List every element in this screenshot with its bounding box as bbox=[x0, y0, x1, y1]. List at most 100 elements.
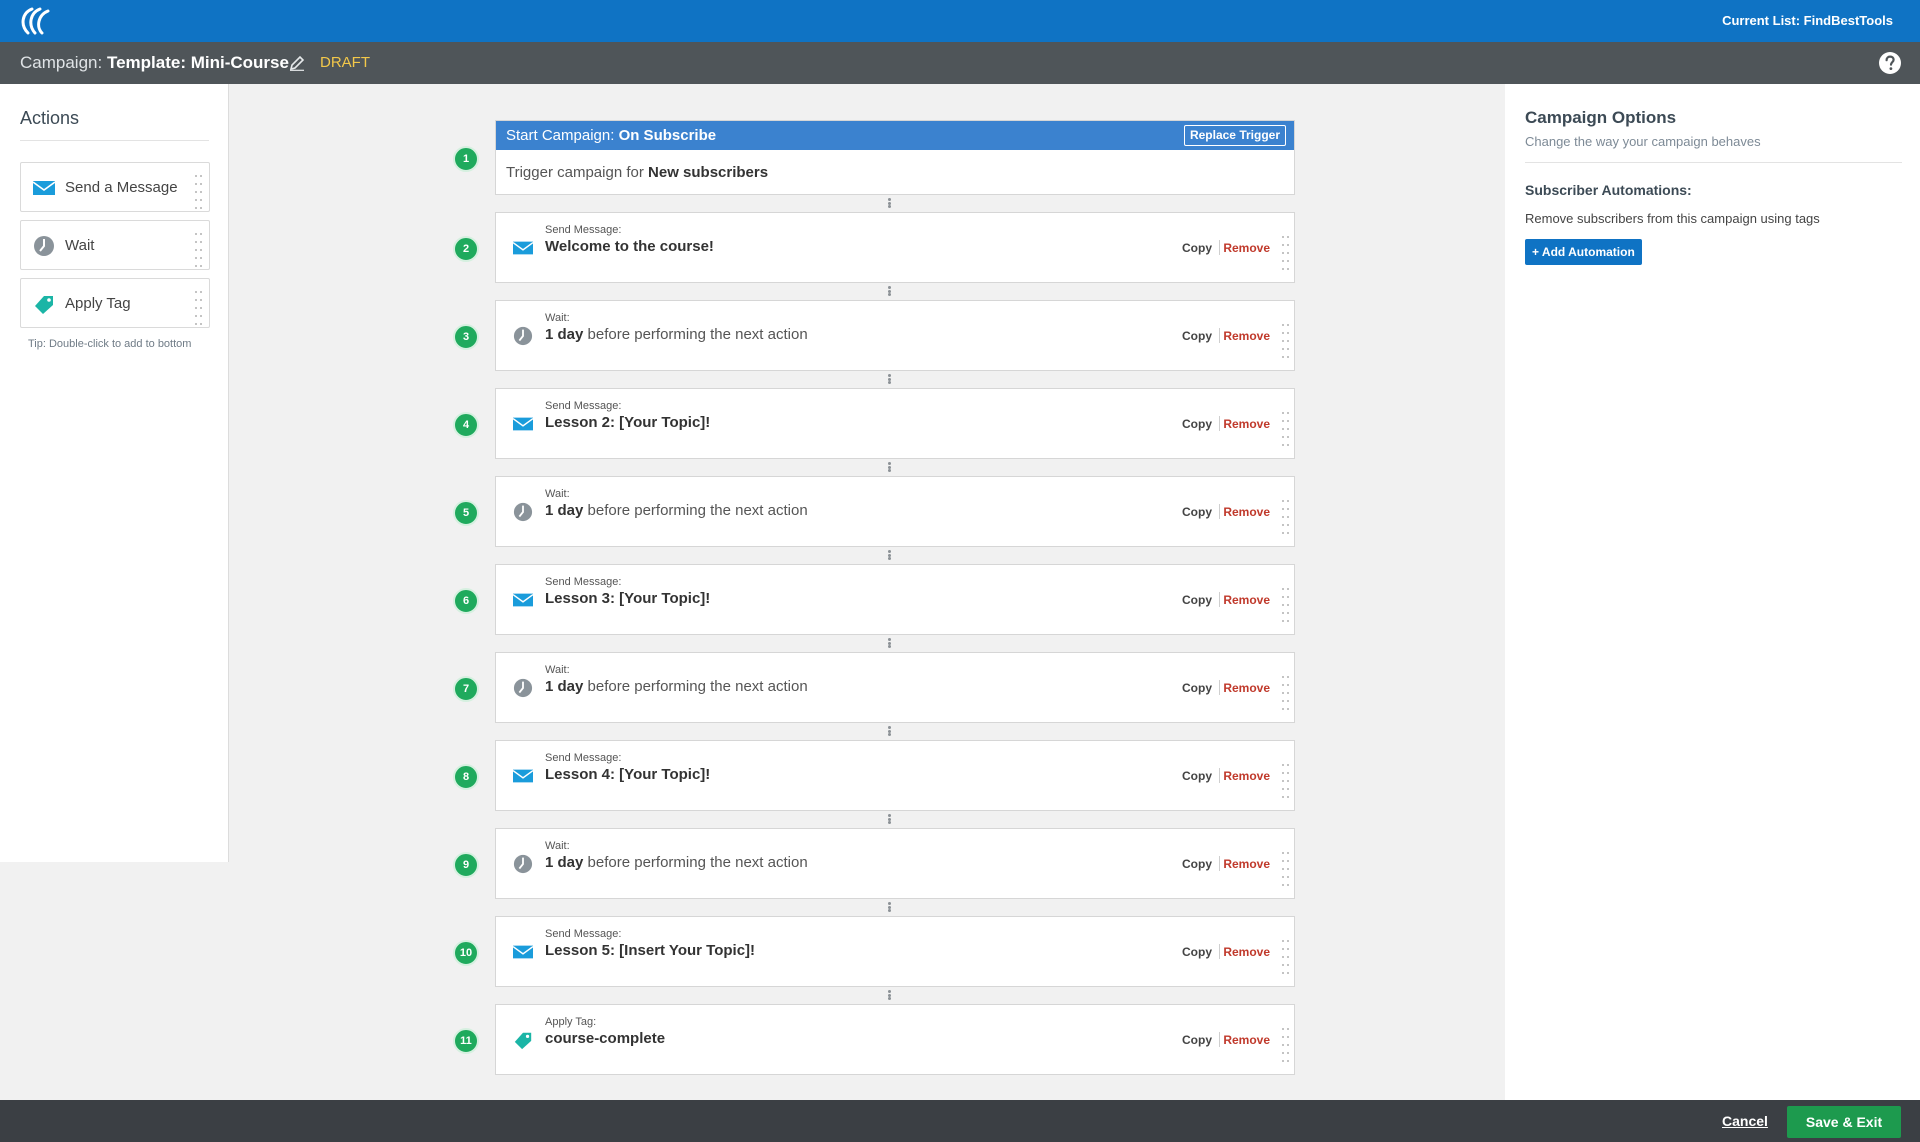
drag-handle-icon[interactable] bbox=[1282, 937, 1290, 977]
step-type: Send Message: bbox=[545, 400, 622, 412]
campaign-name: Template: Mini-Course bbox=[106, 53, 289, 72]
drag-handle-icon[interactable] bbox=[1282, 233, 1290, 273]
drag-handle-icon[interactable] bbox=[1282, 1025, 1290, 1065]
step-number: 9 bbox=[453, 852, 479, 878]
drag-handle-icon[interactable] bbox=[1282, 761, 1290, 801]
step-number: 1 bbox=[453, 146, 479, 172]
envelope-icon bbox=[512, 417, 534, 431]
cancel-link[interactable]: Cancel bbox=[1722, 1113, 1768, 1129]
trigger-title-value: On Subscribe bbox=[618, 127, 717, 144]
drag-handle-icon[interactable] bbox=[195, 230, 203, 270]
trigger-title-prefix: Start Campaign: bbox=[506, 127, 615, 144]
trigger-header: Start Campaign: On Subscribe Replace Tri… bbox=[496, 121, 1294, 150]
remove-button[interactable]: Remove bbox=[1223, 945, 1270, 959]
action-send-message[interactable]: Send a Message bbox=[20, 162, 210, 212]
remove-button[interactable]: Remove bbox=[1223, 417, 1270, 431]
remove-button[interactable]: Remove bbox=[1223, 857, 1270, 871]
add-automation-label: Add Automation bbox=[1541, 245, 1635, 259]
drag-handle-icon[interactable] bbox=[1282, 585, 1290, 625]
copy-button[interactable]: Copy bbox=[1182, 241, 1212, 255]
clock-icon bbox=[513, 678, 533, 698]
envelope-icon bbox=[512, 769, 534, 783]
drag-handle-icon[interactable] bbox=[1282, 497, 1290, 537]
step-type: Send Message: bbox=[545, 928, 622, 940]
copy-button[interactable]: Copy bbox=[1182, 857, 1212, 871]
drag-handle-icon[interactable] bbox=[195, 172, 203, 212]
copy-button[interactable]: Copy bbox=[1182, 1033, 1212, 1047]
step-value: 1 day bbox=[545, 678, 584, 695]
remove-button[interactable]: Remove bbox=[1223, 329, 1270, 343]
envelope-icon bbox=[512, 593, 534, 607]
step-card[interactable]: Send Message: Lesson 5: [Insert Your Topi… bbox=[495, 916, 1295, 987]
clock-icon bbox=[513, 502, 533, 522]
step-description: Lesson 5: [Insert Your Topic]! bbox=[545, 942, 755, 959]
pencil-icon[interactable] bbox=[289, 55, 305, 71]
step-card[interactable]: Wait: 1 day before performing the next ac… bbox=[495, 476, 1295, 547]
remove-button[interactable]: Remove bbox=[1223, 769, 1270, 783]
options-subtitle: Change the way your campaign behaves bbox=[1525, 134, 1761, 149]
step-detail: before performing the next action bbox=[583, 502, 808, 519]
action-label: Apply Tag bbox=[65, 295, 131, 312]
step-description: 1 day before performing the next action bbox=[545, 854, 808, 871]
drag-handle-icon[interactable] bbox=[1282, 673, 1290, 713]
automations-title: Subscriber Automations: bbox=[1525, 182, 1692, 198]
step-card[interactable]: Wait: 1 day before performing the next ac… bbox=[495, 828, 1295, 899]
step-card[interactable]: Send Message: Lesson 4: [Your Topic]! Copy… bbox=[495, 740, 1295, 811]
trigger-description: Trigger campaign for New subscribers bbox=[506, 164, 768, 181]
add-automation-button[interactable]: + Add Automation bbox=[1525, 239, 1642, 265]
save-exit-button[interactable]: Save & Exit bbox=[1787, 1106, 1901, 1138]
divider bbox=[1219, 240, 1220, 255]
step-card[interactable]: Wait: 1 day before performing the next ac… bbox=[495, 652, 1295, 723]
step-number: 8 bbox=[453, 764, 479, 790]
action-wait[interactable]: Wait bbox=[20, 220, 210, 270]
replace-trigger-button[interactable]: Replace Trigger bbox=[1183, 125, 1286, 146]
copy-button[interactable]: Copy bbox=[1182, 329, 1212, 343]
campaign-title: Campaign: Template: Mini-Course bbox=[20, 53, 289, 73]
step-card[interactable]: Wait: 1 day before performing the next ac… bbox=[495, 300, 1295, 371]
remove-button[interactable]: Remove bbox=[1223, 241, 1270, 255]
copy-button[interactable]: Copy bbox=[1182, 505, 1212, 519]
remove-button[interactable]: Remove bbox=[1223, 505, 1270, 519]
step-type: Apply Tag: bbox=[545, 1016, 597, 1028]
drag-handle-icon[interactable] bbox=[1282, 321, 1290, 361]
remove-button[interactable]: Remove bbox=[1223, 1033, 1270, 1047]
connector-icon bbox=[888, 638, 892, 648]
top-bar: Current List: FindBestTools bbox=[0, 0, 1920, 42]
envelope-icon bbox=[512, 241, 534, 255]
copy-button[interactable]: Copy bbox=[1182, 769, 1212, 783]
step-card[interactable]: Send Message: Lesson 2: [Your Topic]! Copy… bbox=[495, 388, 1295, 459]
current-list-label: Current List: FindBestTools bbox=[1722, 13, 1893, 28]
step-detail: before performing the next action bbox=[583, 326, 808, 343]
copy-button[interactable]: Copy bbox=[1182, 681, 1212, 695]
connector-icon bbox=[888, 814, 892, 824]
drag-handle-icon[interactable] bbox=[1282, 849, 1290, 889]
divider bbox=[1219, 592, 1220, 607]
step-value: Lesson 2: [Your Topic]! bbox=[545, 414, 711, 431]
copy-button[interactable]: Copy bbox=[1182, 945, 1212, 959]
step-value: Lesson 5: [Insert Your Topic]! bbox=[545, 942, 756, 959]
copy-button[interactable]: Copy bbox=[1182, 593, 1212, 607]
step-type: Wait: bbox=[545, 488, 570, 500]
step-number: 3 bbox=[453, 324, 479, 350]
action-apply-tag[interactable]: Apply Tag bbox=[20, 278, 210, 328]
step-card[interactable]: Send Message: Lesson 3: [Your Topic]! Copy… bbox=[495, 564, 1295, 635]
step-description: 1 day before performing the next action bbox=[545, 678, 808, 695]
clock-icon bbox=[513, 326, 533, 346]
step-description: course-complete bbox=[545, 1030, 665, 1047]
remove-button[interactable]: Remove bbox=[1223, 681, 1270, 695]
drag-handle-icon[interactable] bbox=[1282, 409, 1290, 449]
divider bbox=[1219, 328, 1220, 343]
remove-button[interactable]: Remove bbox=[1223, 593, 1270, 607]
logo-icon[interactable] bbox=[18, 7, 52, 35]
step-value: Lesson 3: [Your Topic]! bbox=[545, 590, 711, 607]
help-icon[interactable] bbox=[1878, 51, 1902, 75]
clock-icon bbox=[513, 854, 533, 874]
trigger-card[interactable]: Start Campaign: On Subscribe Replace Tri… bbox=[495, 120, 1295, 195]
copy-button[interactable]: Copy bbox=[1182, 417, 1212, 431]
connector-icon bbox=[888, 902, 892, 912]
connector-icon bbox=[888, 462, 892, 472]
drag-handle-icon[interactable] bbox=[195, 288, 203, 328]
connector-icon bbox=[888, 726, 892, 736]
step-card[interactable]: Send Message: Welcome to the course! Copy R… bbox=[495, 212, 1295, 283]
step-card[interactable]: Apply Tag: course-complete Copy Remove bbox=[495, 1004, 1295, 1075]
